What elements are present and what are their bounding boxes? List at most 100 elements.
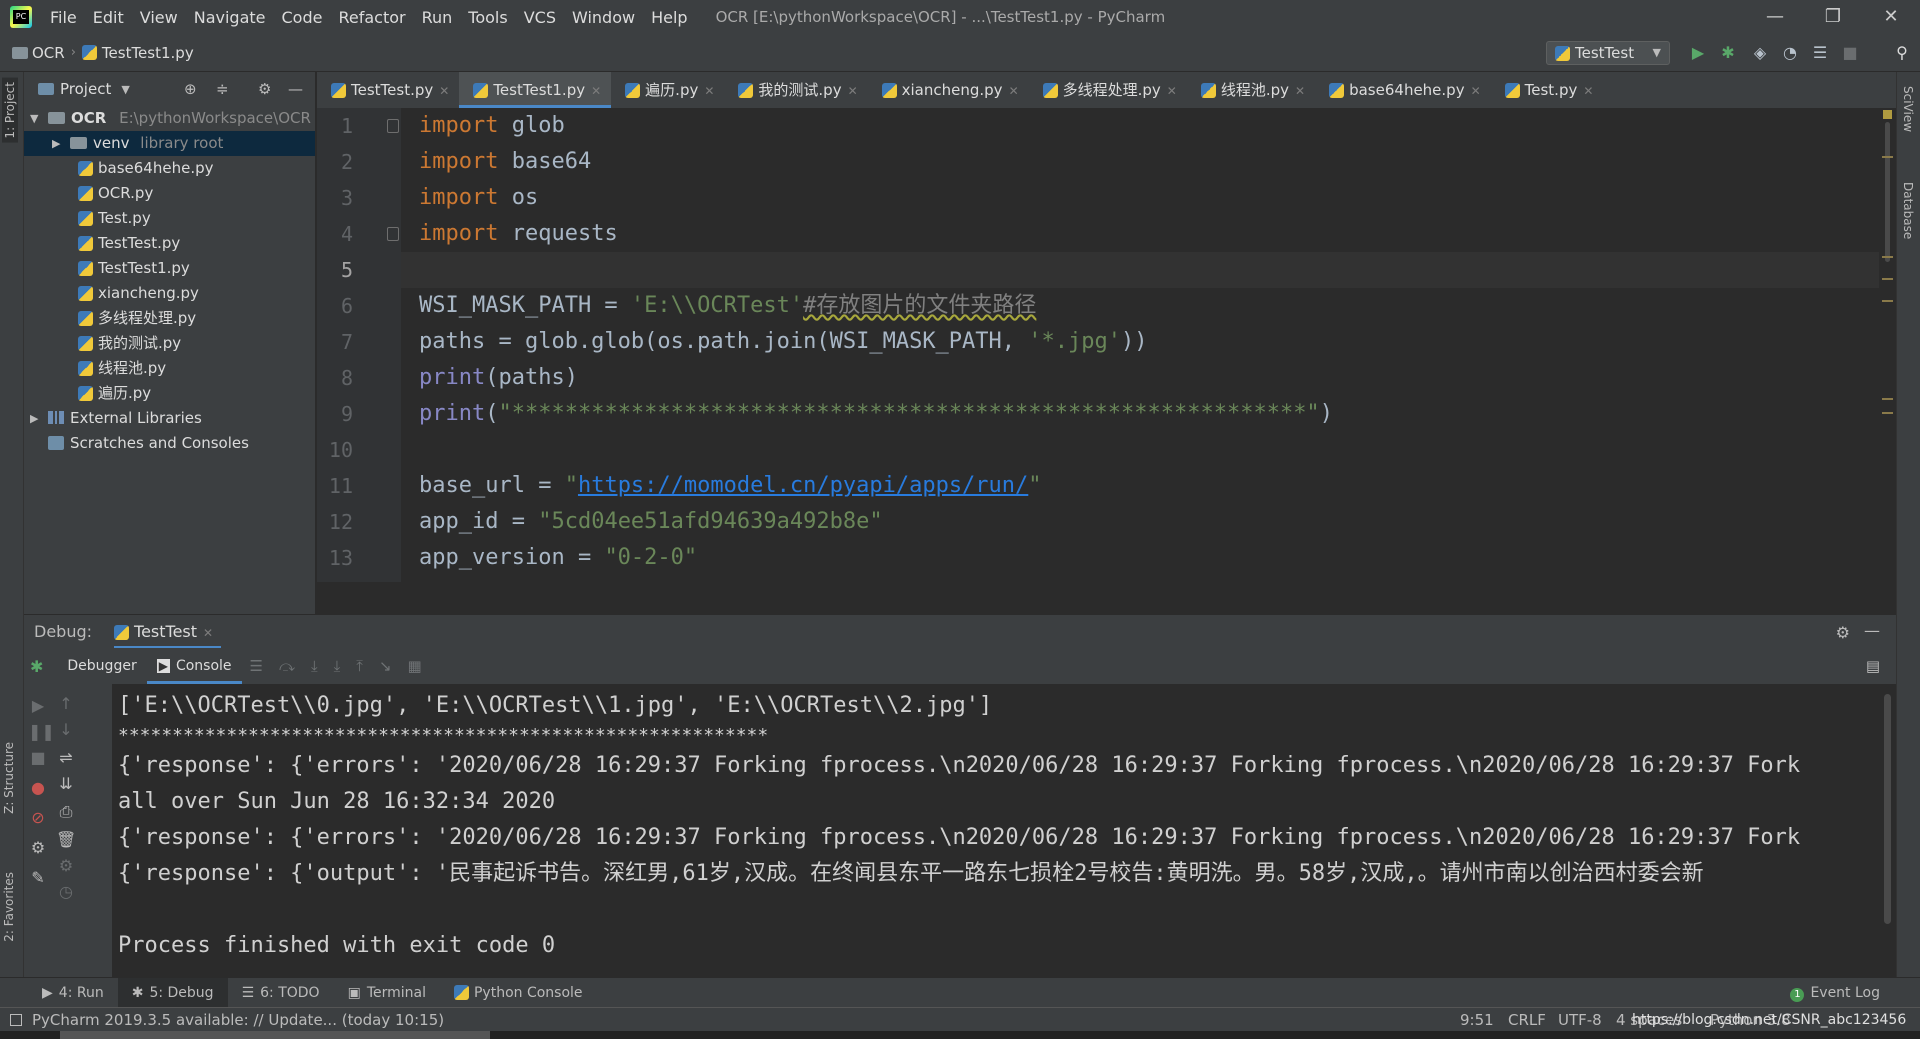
editor-tab[interactable]: Test.py ✕ [1491,72,1604,108]
resume-icon[interactable]: ▶ [28,696,48,715]
fold-marker-icon[interactable] [387,227,399,241]
tool-tab-project[interactable]: 1: Project [2,78,18,143]
search-icon[interactable]: ⚲ [1892,43,1912,63]
editor-tab-active[interactable]: TestTest1.py ✕ [459,72,612,108]
tree-item-file[interactable]: xiancheng.py [24,281,315,306]
editor-tab[interactable]: 我的测试.py ✕ [724,72,867,108]
tool-tab-terminal[interactable]: ▣ Terminal [334,978,440,1008]
status-encoding[interactable]: UTF-8 [1558,1011,1602,1029]
menu-code[interactable]: Code [274,8,331,27]
status-position[interactable]: 9:51 [1460,1011,1494,1029]
breadcrumb-file[interactable]: TestTest1.py [102,44,194,62]
status-line-separator[interactable]: CRLF [1508,1011,1546,1029]
project-panel-title[interactable]: Project [60,80,111,98]
editor-scrollbar[interactable] [1879,108,1896,582]
tree-item-scratches[interactable]: Scratches and Consoles [24,431,315,456]
console-scrollbar[interactable] [1879,684,1896,977]
step-into-my-code-icon[interactable]: ⤓ [334,657,341,675]
tree-item-file[interactable]: 遍历.py [24,381,315,406]
close-tab-icon[interactable]: ✕ [1295,84,1305,98]
error-stripe-mark[interactable] [1882,398,1893,400]
menu-view[interactable]: View [132,8,186,27]
view-breakpoints-icon[interactable]: ● [28,778,48,797]
evaluate-expression-icon[interactable]: ▦ [408,657,422,675]
locate-icon[interactable]: ⊕ [184,80,197,98]
stop-icon[interactable]: ■ [1840,43,1860,63]
editor-tab[interactable]: 线程池.py ✕ [1187,72,1315,108]
tool-tab-todo[interactable]: ☰ 6: TODO [228,978,334,1008]
tree-item-file[interactable]: 多线程处理.py [24,306,315,331]
tree-item-file[interactable]: 我的测试.py [24,331,315,356]
show-frames-icon[interactable]: ☰ [250,657,263,675]
menu-run[interactable]: Run [414,8,461,27]
gear-icon[interactable]: ⚙ [1836,623,1850,642]
close-tab-icon[interactable]: ✕ [439,84,449,98]
collapse-all-icon[interactable]: ≑ [216,80,229,98]
menu-refactor[interactable]: Refactor [330,8,413,27]
status-message[interactable]: PyCharm 2019.3.5 available: // Update...… [32,1011,444,1029]
gear-icon[interactable]: ⚙ [258,80,271,98]
hide-panel-icon[interactable]: — [288,80,303,98]
tree-item-file[interactable]: Test.py [24,206,315,231]
print-icon[interactable]: ⎙ [56,802,76,822]
editor-tab[interactable]: 遍历.py ✕ [611,72,724,108]
minimize-button[interactable]: — [1746,0,1804,34]
menu-edit[interactable]: Edit [85,8,132,27]
editor-scroll-thumb[interactable] [1885,122,1890,262]
editor-tab[interactable]: TestTest.py ✕ [317,72,459,108]
tool-tab-database[interactable]: Database [1901,182,1915,239]
down-arrow-icon[interactable]: ↓ [56,720,76,739]
tree-item-venv[interactable]: ▶ venv library root [24,131,315,156]
tab-console[interactable]: ▶ Console [146,648,242,684]
error-stripe-mark[interactable] [1882,278,1893,280]
tool-tab-sciview[interactable]: SciView [1901,86,1915,132]
tree-item-file[interactable]: base64hehe.py [24,156,315,181]
trash-icon[interactable]: 🗑 [56,830,76,849]
tool-tab-debug[interactable]: ✱ 5: Debug [117,977,228,1008]
pause-icon[interactable]: ❚❚ [28,722,55,741]
editor-tab[interactable]: 多线程处理.py ✕ [1029,72,1187,108]
url-link[interactable]: https://momodel.cn/pyapi/apps/run/ [578,473,1028,498]
debug-session-tab[interactable]: TestTest ✕ [114,615,222,649]
event-log-button[interactable]: 1 Event Log [1790,978,1880,1008]
show-python-prompt-icon[interactable]: ⚙ [56,856,76,875]
profile-icon[interactable]: ◔ [1780,43,1800,63]
tab-debugger[interactable]: Debugger [57,648,146,684]
error-stripe-mark[interactable] [1882,300,1893,302]
console-scroll-thumb[interactable] [1884,694,1891,924]
tree-root-ocr[interactable]: ▼ OCR E:\pythonWorkspace\OCR [24,106,315,131]
menu-tools[interactable]: Tools [460,8,515,27]
history-icon[interactable]: ◷ [56,882,76,901]
run-to-cursor-icon[interactable]: ↘ [379,657,392,675]
menu-window[interactable]: Window [564,8,643,27]
toggle-tool-windows-icon[interactable] [10,1013,22,1026]
step-over-icon[interactable]: ⤼ [279,657,295,675]
tree-item-external-libraries[interactable]: ▶ External Libraries [24,406,315,431]
close-tab-icon[interactable]: ✕ [1009,84,1019,98]
layout-settings-icon[interactable]: ▤ [1866,657,1880,675]
tool-tab-favorites[interactable]: 2: Favorites [2,872,16,942]
close-tab-icon[interactable]: ✕ [1583,84,1593,98]
mute-breakpoints-icon[interactable]: ⊘ [28,808,48,827]
editor-tab[interactable]: base64hehe.py ✕ [1315,72,1491,108]
hide-panel-icon[interactable]: — [1864,621,1880,640]
tree-item-file[interactable]: OCR.py [24,181,315,206]
tree-item-file[interactable]: 线程池.py [24,356,315,381]
step-into-icon[interactable]: ⤓ [311,657,318,675]
stop-icon[interactable]: ■ [28,748,48,767]
gear-icon[interactable]: ⚙ [28,838,48,857]
menu-navigate[interactable]: Navigate [186,8,274,27]
error-stripe-mark[interactable] [1882,412,1893,414]
close-tab-icon[interactable]: ✕ [704,84,714,98]
close-tab-icon[interactable]: ✕ [591,84,601,98]
run-configuration-select[interactable]: TestTest ▼ [1546,41,1670,65]
pin-icon[interactable]: ✎ [28,868,48,887]
inspection-status-icon[interactable] [1883,110,1892,119]
menu-file[interactable]: File [42,8,85,27]
menu-vcs[interactable]: VCS [516,8,564,27]
editor-tab[interactable]: xiancheng.py ✕ [868,72,1029,108]
error-stripe-mark[interactable] [1882,156,1893,158]
soft-wrap-icon[interactable]: ⇌ [56,748,76,767]
editor-gutter[interactable]: 1 2 3 4 5 6 7 8 9 10 11 12 13 [317,108,401,582]
tool-tab-structure[interactable]: Z: Structure [2,742,16,814]
